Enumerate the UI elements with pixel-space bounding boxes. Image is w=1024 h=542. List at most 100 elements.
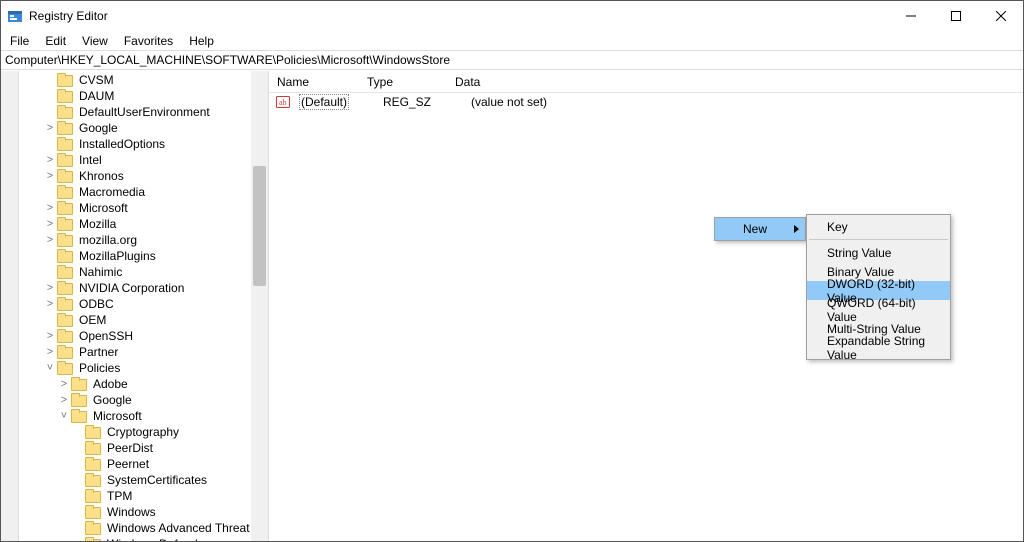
- tree-item-windows-defender[interactable]: Windows Defender: [19, 536, 268, 541]
- tree-item-label: Microsoft: [77, 201, 130, 215]
- folder-icon: [57, 217, 73, 231]
- tree-item-label: ODBC: [77, 297, 116, 311]
- tree-item-label: TPM: [105, 489, 134, 503]
- tree-item-cryptography[interactable]: Cryptography: [19, 424, 268, 440]
- tree-item-cvsm[interactable]: CVSM: [19, 72, 268, 88]
- folder-icon: [85, 521, 101, 535]
- context-submenu-new[interactable]: Key String Value Binary Value DWORD (32-…: [806, 214, 951, 360]
- folder-icon: [57, 89, 73, 103]
- column-data[interactable]: Data: [447, 72, 1023, 92]
- folder-icon: [71, 377, 87, 391]
- folder-icon: [57, 313, 73, 327]
- column-name[interactable]: Name: [269, 72, 359, 92]
- tree-item-daum[interactable]: DAUM: [19, 88, 268, 104]
- registry-editor-window: Registry Editor File Edit View Favorites…: [0, 0, 1024, 542]
- tree-item-nvidia-corporation[interactable]: >NVIDIA Corporation: [19, 280, 268, 296]
- tree-item-partner[interactable]: >Partner: [19, 344, 268, 360]
- folder-icon: [71, 393, 87, 407]
- menu-view[interactable]: View: [75, 33, 115, 49]
- chevron-right-icon[interactable]: >: [43, 282, 57, 294]
- value-row[interactable]: ab (Default) REG_SZ (value not set): [269, 93, 1023, 111]
- tree-vertical-scrollbar[interactable]: [251, 71, 268, 541]
- list-header[interactable]: Name Type Data: [269, 71, 1023, 93]
- folder-icon: [57, 329, 73, 343]
- tree-item-label: Macromedia: [77, 185, 147, 199]
- chevron-right-icon[interactable]: >: [57, 394, 71, 406]
- registry-tree[interactable]: CVSM DAUM DefaultUserEnvironment > GoogleIns…: [19, 71, 268, 541]
- tree-item-tpm[interactable]: TPM: [19, 488, 268, 504]
- chevron-right-icon[interactable]: >: [43, 122, 57, 134]
- tree-item-policies-adobe[interactable]: >Adobe: [19, 376, 268, 392]
- tree-item-label: Policies: [77, 361, 122, 375]
- tree-item-windows[interactable]: Windows: [19, 504, 268, 520]
- chevron-right-icon[interactable]: >: [43, 202, 57, 214]
- submenu-qword-value[interactable]: QWORD (64-bit) Value: [807, 300, 950, 319]
- tree-item-peernet[interactable]: Peernet: [19, 456, 268, 472]
- menu-help[interactable]: Help: [182, 33, 221, 49]
- folder-icon: [57, 233, 73, 247]
- chevron-right-icon[interactable]: >: [43, 346, 57, 358]
- chevron-down-icon[interactable]: ˅: [43, 362, 57, 374]
- chevron-right-icon[interactable]: >: [43, 234, 57, 246]
- tree-item-label: Windows: [105, 505, 158, 519]
- tree-item-label: Google: [77, 121, 120, 135]
- tree-item-peerdist[interactable]: PeerDist: [19, 440, 268, 456]
- chevron-right-icon[interactable]: >: [43, 330, 57, 342]
- menu-bar[interactable]: File Edit View Favorites Help: [1, 31, 1023, 50]
- chevron-right-icon[interactable]: >: [43, 170, 57, 182]
- chevron-right-icon[interactable]: >: [57, 378, 71, 390]
- address-bar[interactable]: Computer\HKEY_LOCAL_MACHINE\SOFTWARE\Pol…: [1, 50, 1023, 70]
- menu-edit[interactable]: Edit: [38, 33, 73, 49]
- submenu-key[interactable]: Key: [807, 217, 950, 236]
- tree-item-label: DefaultUserEnvironment: [77, 105, 212, 119]
- scrollbar-thumb[interactable]: [253, 166, 266, 286]
- tree-item-installedoptions[interactable]: InstalledOptions: [19, 136, 268, 152]
- tree-item-windows-advanced-threat-protection[interactable]: Windows Advanced Threat Protection: [19, 520, 268, 536]
- submenu-string-value[interactable]: String Value: [807, 243, 950, 262]
- tree-item-policies[interactable]: ˅ Policies: [19, 360, 268, 376]
- tree-item-label: SystemCertificates: [105, 473, 209, 487]
- tree-item-macromedia[interactable]: Macromedia: [19, 184, 268, 200]
- tree-item-defaultuserenvironment[interactable]: DefaultUserEnvironment: [19, 104, 268, 120]
- tree-item-intel[interactable]: >Intel: [19, 152, 268, 168]
- maximize-button[interactable]: [933, 1, 978, 31]
- folder-icon: [85, 425, 101, 439]
- title-bar[interactable]: Registry Editor: [1, 1, 1023, 31]
- column-type[interactable]: Type: [359, 72, 447, 92]
- chevron-right-icon[interactable]: >: [43, 218, 57, 230]
- tree-item-mozilla-org[interactable]: >mozilla.org: [19, 232, 268, 248]
- tree-item-microsoft[interactable]: > Microsoft: [19, 200, 268, 216]
- tree-horizontal-scrollbar[interactable]: [1, 71, 19, 541]
- menu-favorites[interactable]: Favorites: [117, 33, 180, 49]
- tree-item-khronos[interactable]: >Khronos: [19, 168, 268, 184]
- tree-item-label: MozillaPlugins: [77, 249, 158, 263]
- context-menu[interactable]: New: [714, 217, 806, 241]
- tree-item-policies-google[interactable]: >Google: [19, 392, 268, 408]
- tree-item-label: Peernet: [105, 457, 151, 471]
- chevron-right-icon[interactable]: >: [43, 154, 57, 166]
- tree-item-odbc[interactable]: > ODBC: [19, 296, 268, 312]
- submenu-expandstring-value[interactable]: Expandable String Value: [807, 338, 950, 357]
- tree-item-mozilla[interactable]: >Mozilla: [19, 216, 268, 232]
- tree-item-nahimic[interactable]: Nahimic: [19, 264, 268, 280]
- context-menu-new[interactable]: New: [715, 218, 805, 240]
- minimize-button[interactable]: [888, 1, 933, 31]
- tree-item-label: CVSM: [77, 73, 116, 87]
- tree-item-label: OpenSSH: [77, 329, 135, 343]
- folder-icon: [57, 345, 73, 359]
- close-button[interactable]: [978, 1, 1023, 31]
- tree-item-google[interactable]: > Google: [19, 120, 268, 136]
- chevron-right-icon[interactable]: >: [43, 298, 57, 310]
- tree-item-oem[interactable]: OEM: [19, 312, 268, 328]
- svg-text:ab: ab: [279, 98, 287, 107]
- tree-item-mozillaplugins[interactable]: MozillaPlugins: [19, 248, 268, 264]
- tree-item-policies-microsoft[interactable]: ˅Microsoft: [19, 408, 268, 424]
- tree-item-systemcertificates[interactable]: SystemCertificates: [19, 472, 268, 488]
- value-name: (Default): [291, 94, 375, 110]
- menu-file[interactable]: File: [3, 33, 36, 49]
- values-list[interactable]: Name Type Data ab (Default) REG_SZ (valu…: [269, 71, 1023, 541]
- folder-icon: [57, 361, 73, 375]
- chevron-down-icon[interactable]: ˅: [57, 410, 71, 422]
- tree-item-label: DAUM: [77, 89, 116, 103]
- tree-item-openssh[interactable]: > OpenSSH: [19, 328, 268, 344]
